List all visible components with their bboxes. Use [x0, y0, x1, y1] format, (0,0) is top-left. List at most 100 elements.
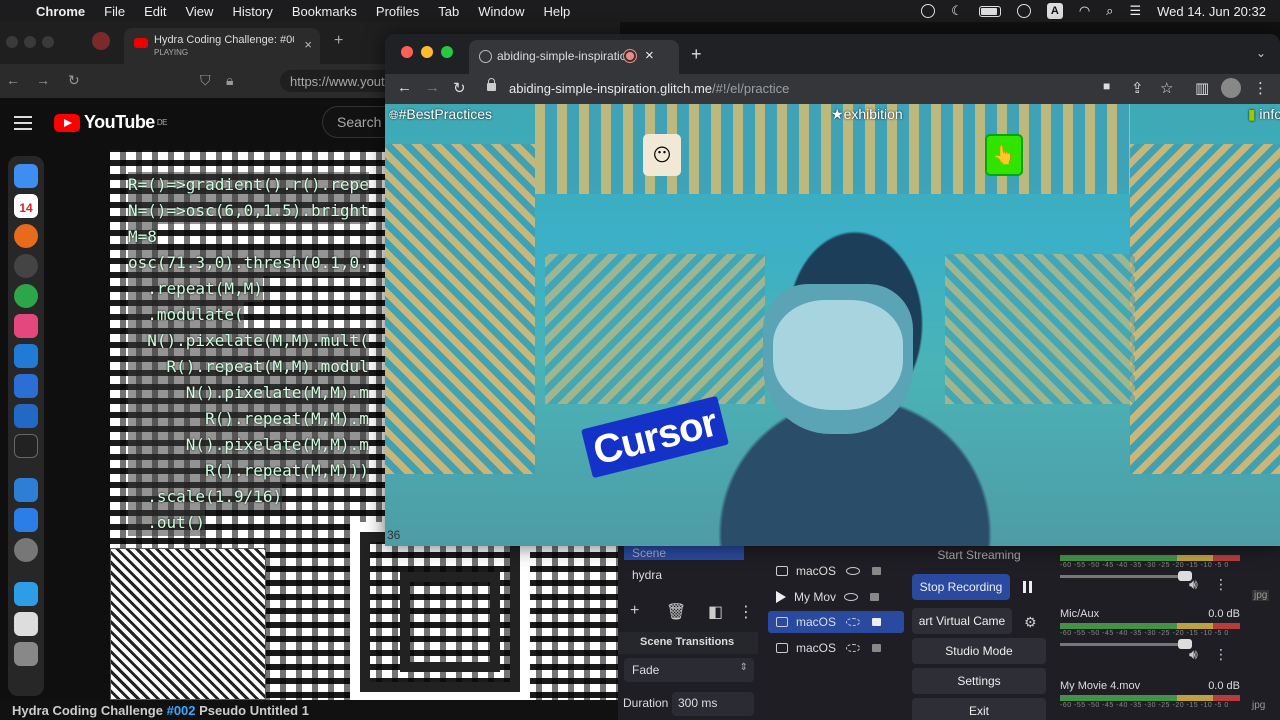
app-icon-blue[interactable]: [14, 374, 38, 398]
mail-icon[interactable]: [14, 612, 38, 636]
source-item-selected[interactable]: macOS: [768, 611, 904, 633]
vscode-icon[interactable]: [14, 344, 38, 368]
studio-mode-button[interactable]: Studio Mode: [912, 638, 1046, 664]
stop-recording-button[interactable]: Stop Recording: [912, 574, 1010, 600]
forward-icon[interactable]: →: [425, 79, 440, 96]
active-tab[interactable]: abiding-simple-inspiration ×: [469, 40, 679, 74]
clock-text[interactable]: Wed 14. Jun 20:32: [1157, 4, 1266, 19]
trash-icon[interactable]: [14, 642, 38, 666]
pause-recording-button[interactable]: [1016, 574, 1040, 600]
volume-slider[interactable]: [1060, 639, 1192, 649]
settings-button[interactable]: Settings: [912, 668, 1046, 694]
moon-icon[interactable]: ☾: [951, 3, 963, 19]
reload-icon[interactable]: ↻: [453, 79, 466, 97]
terminal-icon[interactable]: [14, 434, 38, 458]
menu-view[interactable]: View: [185, 4, 213, 19]
menu-history[interactable]: History: [232, 4, 272, 19]
play-circle-icon[interactable]: [1016, 4, 1031, 18]
wifi-icon[interactable]: ◠: [1079, 3, 1090, 19]
lock-icon[interactable]: [872, 567, 881, 575]
volume-slider[interactable]: [1060, 571, 1192, 581]
folder-icon[interactable]: [14, 582, 38, 606]
source-item[interactable]: macOS: [768, 637, 904, 659]
info-link[interactable]: ▮ info: [1248, 106, 1280, 123]
virtual-camera-settings-icon[interactable]: ⚙: [1024, 614, 1037, 631]
search-icon[interactable]: ⌕: [1106, 3, 1113, 19]
bg-reload-icon[interactable]: ↻: [68, 72, 80, 89]
lock-icon[interactable]: [870, 593, 879, 601]
mixer-menu-icon[interactable]: ⋮: [1214, 576, 1228, 593]
close-window-button[interactable]: [401, 46, 413, 58]
zoom-window-button[interactable]: [441, 46, 453, 58]
bg-tab-close-icon[interactable]: ×: [304, 37, 312, 52]
speaker-icon[interactable]: 🔊︎: [1189, 576, 1198, 593]
webcam-canvas[interactable]: 🌐︎#BestPractices ★exhibition ▮ info 😶 👆 …: [385, 104, 1280, 546]
bg-close-button[interactable]: [6, 36, 18, 48]
tab-close-icon[interactable]: ×: [645, 47, 654, 64]
bg-new-tab-icon[interactable]: +: [334, 32, 343, 50]
video-thumbnail[interactable]: [110, 548, 266, 700]
video-title-hashtag[interactable]: #002: [167, 703, 196, 718]
menu-file[interactable]: File: [104, 4, 125, 19]
menu-window[interactable]: Window: [478, 4, 524, 19]
finder-icon[interactable]: [14, 164, 38, 188]
vpn-icon[interactable]: [921, 4, 936, 18]
visibility-icon[interactable]: [844, 593, 858, 601]
camera-icon[interactable]: ■: [1103, 79, 1110, 93]
bg-forward-icon[interactable]: →: [36, 72, 50, 88]
chrome-icon[interactable]: [14, 284, 38, 308]
exhibition-link[interactable]: ★exhibition: [831, 106, 903, 123]
address-bar[interactable]: abiding-simple-inspiration.glitch.me/#!/…: [479, 77, 1089, 101]
app-store-icon[interactable]: [14, 478, 38, 502]
chrome-menu-icon[interactable]: ⋮: [1253, 79, 1268, 97]
tab-search-icon[interactable]: ⌄: [1256, 46, 1266, 60]
bg-zoom-button[interactable]: [42, 36, 54, 48]
sidebar-icon[interactable]: ▥: [1195, 79, 1209, 97]
profile-avatar[interactable]: [1221, 78, 1241, 98]
control-center-icon[interactable]: ☰: [1129, 3, 1141, 19]
duration-input[interactable]: 300 ms: [672, 692, 754, 716]
cursor-badge[interactable]: Cursor: [581, 395, 729, 479]
menu-edit[interactable]: Edit: [144, 4, 166, 19]
menu-tab[interactable]: Tab: [438, 4, 459, 19]
speaker-icon[interactable]: 🔊︎: [1189, 646, 1198, 663]
other-tab-favicon-icon[interactable]: [92, 32, 110, 50]
bookmark-star-icon[interactable]: ☆: [1160, 79, 1173, 97]
lock-icon[interactable]: [872, 618, 881, 626]
system-settings-icon[interactable]: [14, 538, 38, 562]
hidden-icon[interactable]: [846, 644, 860, 652]
obs-icon[interactable]: [14, 254, 38, 278]
firefox-icon[interactable]: [14, 224, 38, 248]
photos-icon[interactable]: [14, 314, 38, 338]
menu-app-name[interactable]: Chrome: [36, 4, 85, 19]
more-icon[interactable]: ⋮: [738, 602, 754, 622]
scene-item-hydra[interactable]: hydra: [632, 568, 662, 582]
scene-item-selected[interactable]: Scene: [624, 546, 744, 560]
share-icon[interactable]: ⇪: [1131, 79, 1144, 97]
best-practices-link[interactable]: 🌐︎#BestPractices: [389, 106, 492, 123]
app-icon-blue-2[interactable]: [14, 404, 38, 428]
battery-icon[interactable]: [978, 5, 1001, 17]
lock-icon[interactable]: [872, 644, 881, 652]
remove-scene-icon[interactable]: 🗑︎: [666, 602, 686, 622]
green-sticker[interactable]: 👆: [985, 134, 1023, 176]
menu-help[interactable]: Help: [544, 4, 571, 19]
messages-icon[interactable]: [14, 508, 38, 532]
hamburger-menu-icon[interactable]: [14, 116, 32, 130]
add-scene-icon[interactable]: +: [630, 602, 639, 620]
hidden-icon[interactable]: [846, 618, 860, 626]
transition-select[interactable]: Fade ⇕: [624, 658, 754, 682]
bg-back-icon[interactable]: ←: [6, 72, 20, 88]
input-source-icon[interactable]: A: [1046, 3, 1063, 19]
menu-profiles[interactable]: Profiles: [376, 4, 419, 19]
mixer-menu-icon[interactable]: ⋮: [1214, 646, 1228, 663]
youtube-logo[interactable]: YouTube DE: [54, 112, 167, 133]
back-icon[interactable]: ←: [397, 79, 412, 96]
video-title[interactable]: Hydra Coding Challenge #002 Pseudo Untit…: [0, 700, 620, 720]
face-sticker[interactable]: 😶: [643, 134, 681, 176]
source-item[interactable]: macOS: [768, 560, 904, 582]
visibility-icon[interactable]: [846, 567, 860, 575]
calendar-icon[interactable]: 14: [14, 194, 38, 218]
exit-button[interactable]: Exit: [912, 698, 1046, 720]
menu-bookmarks[interactable]: Bookmarks: [292, 4, 357, 19]
